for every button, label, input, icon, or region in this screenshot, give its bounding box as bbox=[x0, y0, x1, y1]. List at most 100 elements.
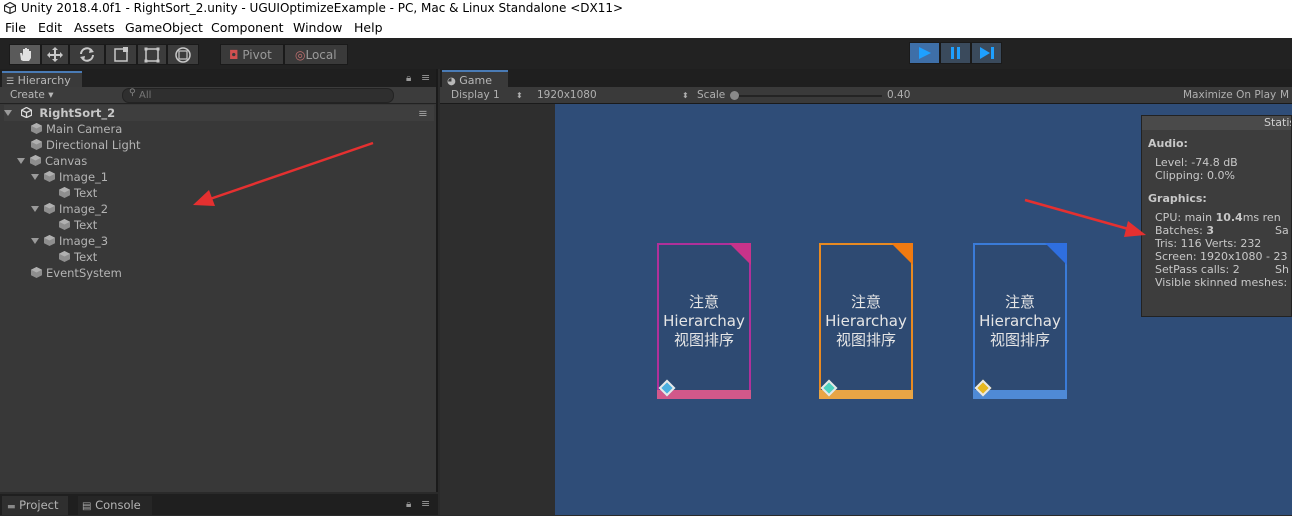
tree-item-image-2[interactable]: Image_2 bbox=[31, 201, 108, 217]
resolution-dropdown[interactable]: 1920x1080 bbox=[537, 87, 597, 104]
play-icon bbox=[919, 47, 931, 59]
tree-item-canvas[interactable]: Canvas bbox=[17, 153, 87, 169]
game-tab-bar bbox=[440, 69, 1292, 87]
tab-project[interactable]: ▬ Project bbox=[2, 496, 68, 515]
stats-batches-prefix: Batches: bbox=[1155, 224, 1207, 237]
gameobject-cube-icon bbox=[30, 155, 41, 166]
scale-slider-track[interactable] bbox=[730, 91, 882, 100]
rotate-tool-button[interactable] bbox=[69, 44, 105, 65]
console-icon: ▤ bbox=[82, 501, 92, 512]
pivot-toggle[interactable]: ◘ Pivot bbox=[220, 44, 284, 65]
gameobject-cube-icon bbox=[59, 187, 70, 198]
stats-header: Statis bbox=[1142, 116, 1291, 130]
tree-item-eventsystem[interactable]: EventSystem bbox=[31, 265, 122, 281]
tree-item-image-1[interactable]: Image_1 bbox=[31, 169, 108, 185]
card-text-line-2: Hierarchay bbox=[663, 312, 745, 330]
annotation-arrow-left bbox=[193, 141, 374, 206]
transform-tool-icon bbox=[175, 47, 191, 63]
menu-gameobject[interactable]: GameObject bbox=[125, 17, 203, 38]
scale-label: Scale bbox=[697, 89, 726, 101]
scale-tool-icon bbox=[114, 47, 128, 62]
display-dropdown-arrow-icon: ⬍ bbox=[516, 91, 523, 100]
menu-help[interactable]: Help bbox=[354, 17, 383, 38]
tree-item-text-3[interactable]: Text bbox=[59, 249, 97, 265]
scene-row[interactable]: RightSort_2 ≡ bbox=[4, 105, 434, 121]
game-tab-icon: ◕ bbox=[447, 76, 456, 87]
menu-file[interactable]: File bbox=[5, 17, 26, 38]
card-text-line-1: 注意 bbox=[688, 293, 719, 311]
play-button[interactable] bbox=[909, 42, 940, 64]
pivot-icon: ◘ bbox=[229, 48, 239, 62]
gameobject-cube-icon bbox=[59, 251, 70, 262]
tree-item-image-3[interactable]: Image_3 bbox=[31, 233, 108, 249]
stats-cpu: CPU: main 10.4ms ren bbox=[1155, 211, 1281, 224]
card-text-line-3: 视图排序 bbox=[835, 331, 896, 349]
scale-slider-thumb[interactable] bbox=[730, 91, 739, 100]
card-text-line-2: Hierarchay bbox=[825, 312, 907, 330]
pivot-label: Pivot bbox=[242, 48, 272, 62]
tree-item-main-camera[interactable]: Main Camera bbox=[31, 121, 122, 137]
hand-tool-icon bbox=[20, 48, 31, 61]
window-title-bar: Unity 2018.4.0f1 - RightSort_2.unity - U… bbox=[0, 0, 1292, 17]
card-corner-accent bbox=[729, 243, 751, 265]
stats-cpu-prefix: CPU: main bbox=[1155, 211, 1216, 224]
pause-button[interactable] bbox=[940, 42, 971, 64]
rect-tool-button[interactable] bbox=[137, 44, 167, 65]
tab-console[interactable]: ▤ Console bbox=[78, 496, 152, 515]
stats-panel: Statis Audio: Level: -74.8 dB Clipping: … bbox=[1141, 115, 1292, 317]
step-button[interactable] bbox=[971, 42, 1002, 64]
stats-screen: Screen: 1920x1080 - 23 bbox=[1155, 250, 1288, 263]
fold-arrow-icon[interactable] bbox=[31, 206, 39, 212]
card-text: 注意 Hierarchay 视图排序 bbox=[821, 293, 911, 350]
rect-tool-icon bbox=[144, 47, 160, 63]
tree-item-label: Image_1 bbox=[59, 170, 109, 184]
gameobject-cube-icon bbox=[59, 219, 70, 230]
gameobject-cube-icon bbox=[31, 267, 42, 278]
stats-graphics-header: Graphics: bbox=[1148, 192, 1207, 205]
bottom-lock-icon[interactable]: 🔒︎ bbox=[406, 499, 411, 510]
unity-logo-icon bbox=[4, 2, 16, 14]
hierarchy-search-input[interactable]: ⚲ All bbox=[122, 88, 394, 103]
local-icon: ◎ bbox=[295, 48, 306, 62]
panel-menu-icon[interactable]: ≡ bbox=[421, 71, 430, 84]
fold-arrow-icon[interactable] bbox=[31, 238, 39, 244]
stats-title: Statis bbox=[1264, 116, 1291, 129]
fold-arrow-icon[interactable] bbox=[31, 174, 39, 180]
scene-name: RightSort_2 bbox=[39, 106, 116, 120]
search-icon: ⚲ bbox=[129, 88, 136, 98]
create-dropdown[interactable]: Create ▾ bbox=[10, 88, 54, 103]
move-tool-button[interactable] bbox=[41, 44, 69, 65]
ui-card-2: 注意 Hierarchay 视图排序 bbox=[819, 243, 913, 399]
display-dropdown[interactable]: Display 1 bbox=[451, 87, 500, 104]
tab-hierarchy[interactable]: ☰ Hierarchy bbox=[2, 71, 82, 87]
stats-tris: Tris: 116 Verts: 232 bbox=[1155, 237, 1262, 250]
game-toolbar: Display 1 ⬍ 1920x1080 ⬍ Scale 0.40 Maxim… bbox=[440, 87, 1292, 104]
maximize-on-play-toggle[interactable]: Maximize On Play bbox=[1183, 87, 1276, 104]
scene-menu-icon[interactable]: ≡ bbox=[418, 105, 428, 121]
menu-window[interactable]: Window bbox=[293, 17, 342, 38]
hierarchy-tab-icon: ☰ bbox=[6, 77, 15, 87]
menu-component[interactable]: Component bbox=[211, 17, 284, 38]
tree-item-text-1[interactable]: Text bbox=[59, 185, 97, 201]
panel-divider[interactable] bbox=[436, 69, 438, 492]
card-text-line-2: Hierarchay bbox=[979, 312, 1061, 330]
mute-audio-toggle-icon[interactable]: M bbox=[1280, 87, 1289, 104]
fold-arrow-icon[interactable] bbox=[17, 158, 25, 164]
tree-item-label: Text bbox=[74, 186, 98, 200]
tree-item-text-2[interactable]: Text bbox=[59, 217, 97, 233]
hand-tool-button[interactable] bbox=[9, 44, 41, 65]
scale-value: 0.40 bbox=[887, 89, 911, 101]
lock-icon[interactable]: 🔒︎ bbox=[406, 73, 411, 84]
transform-tool-button[interactable] bbox=[167, 44, 199, 65]
stats-clipping: Clipping: 0.0% bbox=[1155, 169, 1235, 182]
card-corner-accent bbox=[1045, 243, 1067, 265]
unity-scene-icon bbox=[20, 106, 32, 119]
menu-edit[interactable]: Edit bbox=[38, 17, 62, 38]
local-toggle[interactable]: ◎Local bbox=[284, 44, 348, 65]
tree-item-directional-light[interactable]: Directional Light bbox=[31, 137, 141, 153]
menu-assets[interactable]: Assets bbox=[74, 17, 115, 38]
scale-tool-button[interactable] bbox=[105, 44, 137, 65]
tab-game[interactable]: ◕ Game bbox=[442, 70, 508, 87]
tree-item-label: Directional Light bbox=[46, 138, 141, 152]
bottom-panel-menu-icon[interactable]: ≡ bbox=[421, 497, 430, 510]
